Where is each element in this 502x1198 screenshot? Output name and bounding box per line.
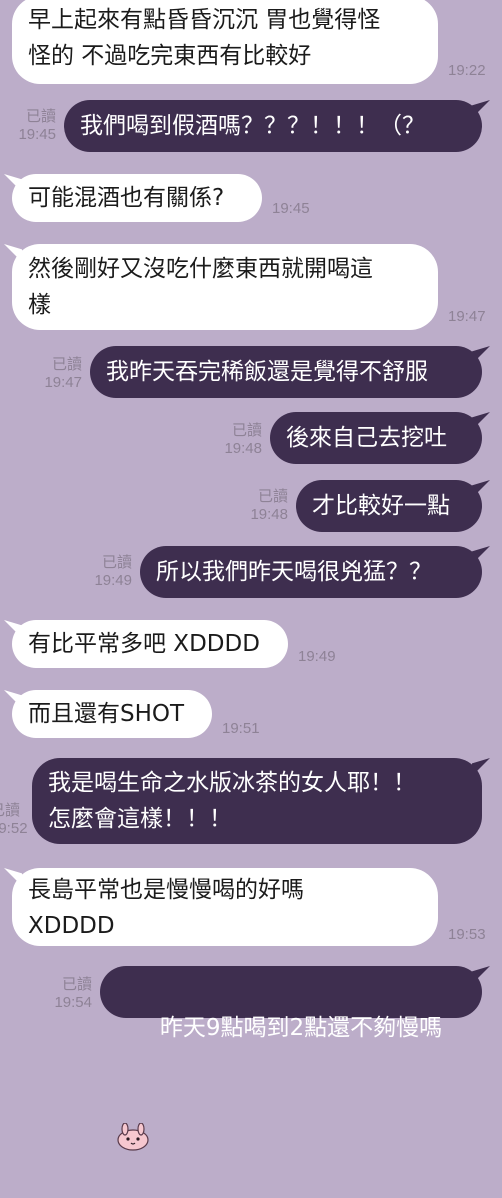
- message-meta: 已讀 19:48: [224, 422, 262, 458]
- message-time: 19:53: [448, 926, 486, 943]
- read-receipt: 已讀: [25, 108, 56, 125]
- read-receipt: 已讀: [0, 802, 21, 819]
- message-meta: 19:45: [272, 200, 310, 218]
- message-time: 19:51: [222, 720, 260, 737]
- message-time: 19:47: [448, 308, 486, 325]
- message-bubble[interactable]: 早上起來有點昏昏沉沉 胃也覺得怪 怪的 不過吃完東西有比較好: [12, 0, 438, 84]
- message-time: 19:49: [94, 572, 132, 589]
- read-receipt: 已讀: [61, 976, 92, 993]
- message-meta: 已讀 19:49: [94, 554, 132, 590]
- message-bubble[interactable]: 才比較好一點: [296, 480, 482, 532]
- message-bubble[interactable]: 我昨天吞完稀飯還是覺得不舒服: [90, 346, 482, 398]
- message-time: 19:48: [224, 440, 262, 457]
- read-receipt: 已讀: [231, 422, 262, 439]
- message-time: 19:45: [272, 200, 310, 217]
- message-bubble[interactable]: 我是喝生命之水版冰茶的女人耶！！ 怎麼會這樣！！！: [32, 758, 482, 844]
- message-text: 昨天9點喝到2點還不夠慢嗎: [159, 1015, 443, 1041]
- read-receipt: 已讀: [51, 356, 82, 373]
- message-time: 19:48: [250, 506, 288, 523]
- pink-rabbit-sticker-icon: [116, 1051, 150, 1151]
- message-bubble[interactable]: 有比平常多吧 XDDDD: [12, 620, 288, 668]
- message-time: 19:49: [298, 648, 336, 665]
- message-bubble[interactable]: 後來自己去挖吐: [270, 412, 482, 464]
- message-time: 19:22: [448, 62, 486, 79]
- chat-log: 早上起來有點昏昏沉沉 胃也覺得怪 怪的 不過吃完東西有比較好 19:22 我們喝…: [0, 0, 502, 1151]
- message-meta: 已讀 19:48: [250, 488, 288, 524]
- read-receipt: 已讀: [257, 488, 288, 505]
- message-time: 19:52: [0, 820, 28, 837]
- message-time: 19:47: [44, 374, 82, 391]
- message-meta: 19:51: [222, 720, 260, 738]
- message-bubble[interactable]: 長島平常也是慢慢喝的好嗎 XDDDD: [12, 868, 438, 946]
- message-time: 19:54: [54, 994, 92, 1011]
- message-bubble[interactable]: 而且還有SHOT: [12, 690, 212, 738]
- message-meta: 已讀 19:52: [0, 802, 28, 838]
- message-bubble[interactable]: 可能混酒也有關係?: [12, 174, 262, 222]
- message-meta: 19:47: [448, 308, 486, 326]
- message-bubble[interactable]: 所以我們昨天喝很兇猛？？: [140, 546, 482, 598]
- message-meta: 已讀 19:45: [18, 108, 56, 144]
- message-meta: 19:49: [298, 648, 336, 666]
- message-meta: 19:53: [448, 926, 486, 944]
- message-bubble[interactable]: 然後剛好又沒吃什麼東西就開喝這 樣: [12, 244, 438, 330]
- read-receipt: 已讀: [101, 554, 132, 571]
- message-bubble[interactable]: 昨天9點喝到2點還不夠慢嗎: [100, 966, 482, 1151]
- message-meta: 已讀 19:47: [44, 356, 82, 392]
- message-bubble[interactable]: 我們喝到假酒嗎？？？！！！（？: [64, 100, 482, 152]
- message-meta: 已讀 19:54: [54, 976, 92, 1012]
- message-time: 19:45: [18, 126, 56, 143]
- message-meta: 19:22: [448, 62, 486, 80]
